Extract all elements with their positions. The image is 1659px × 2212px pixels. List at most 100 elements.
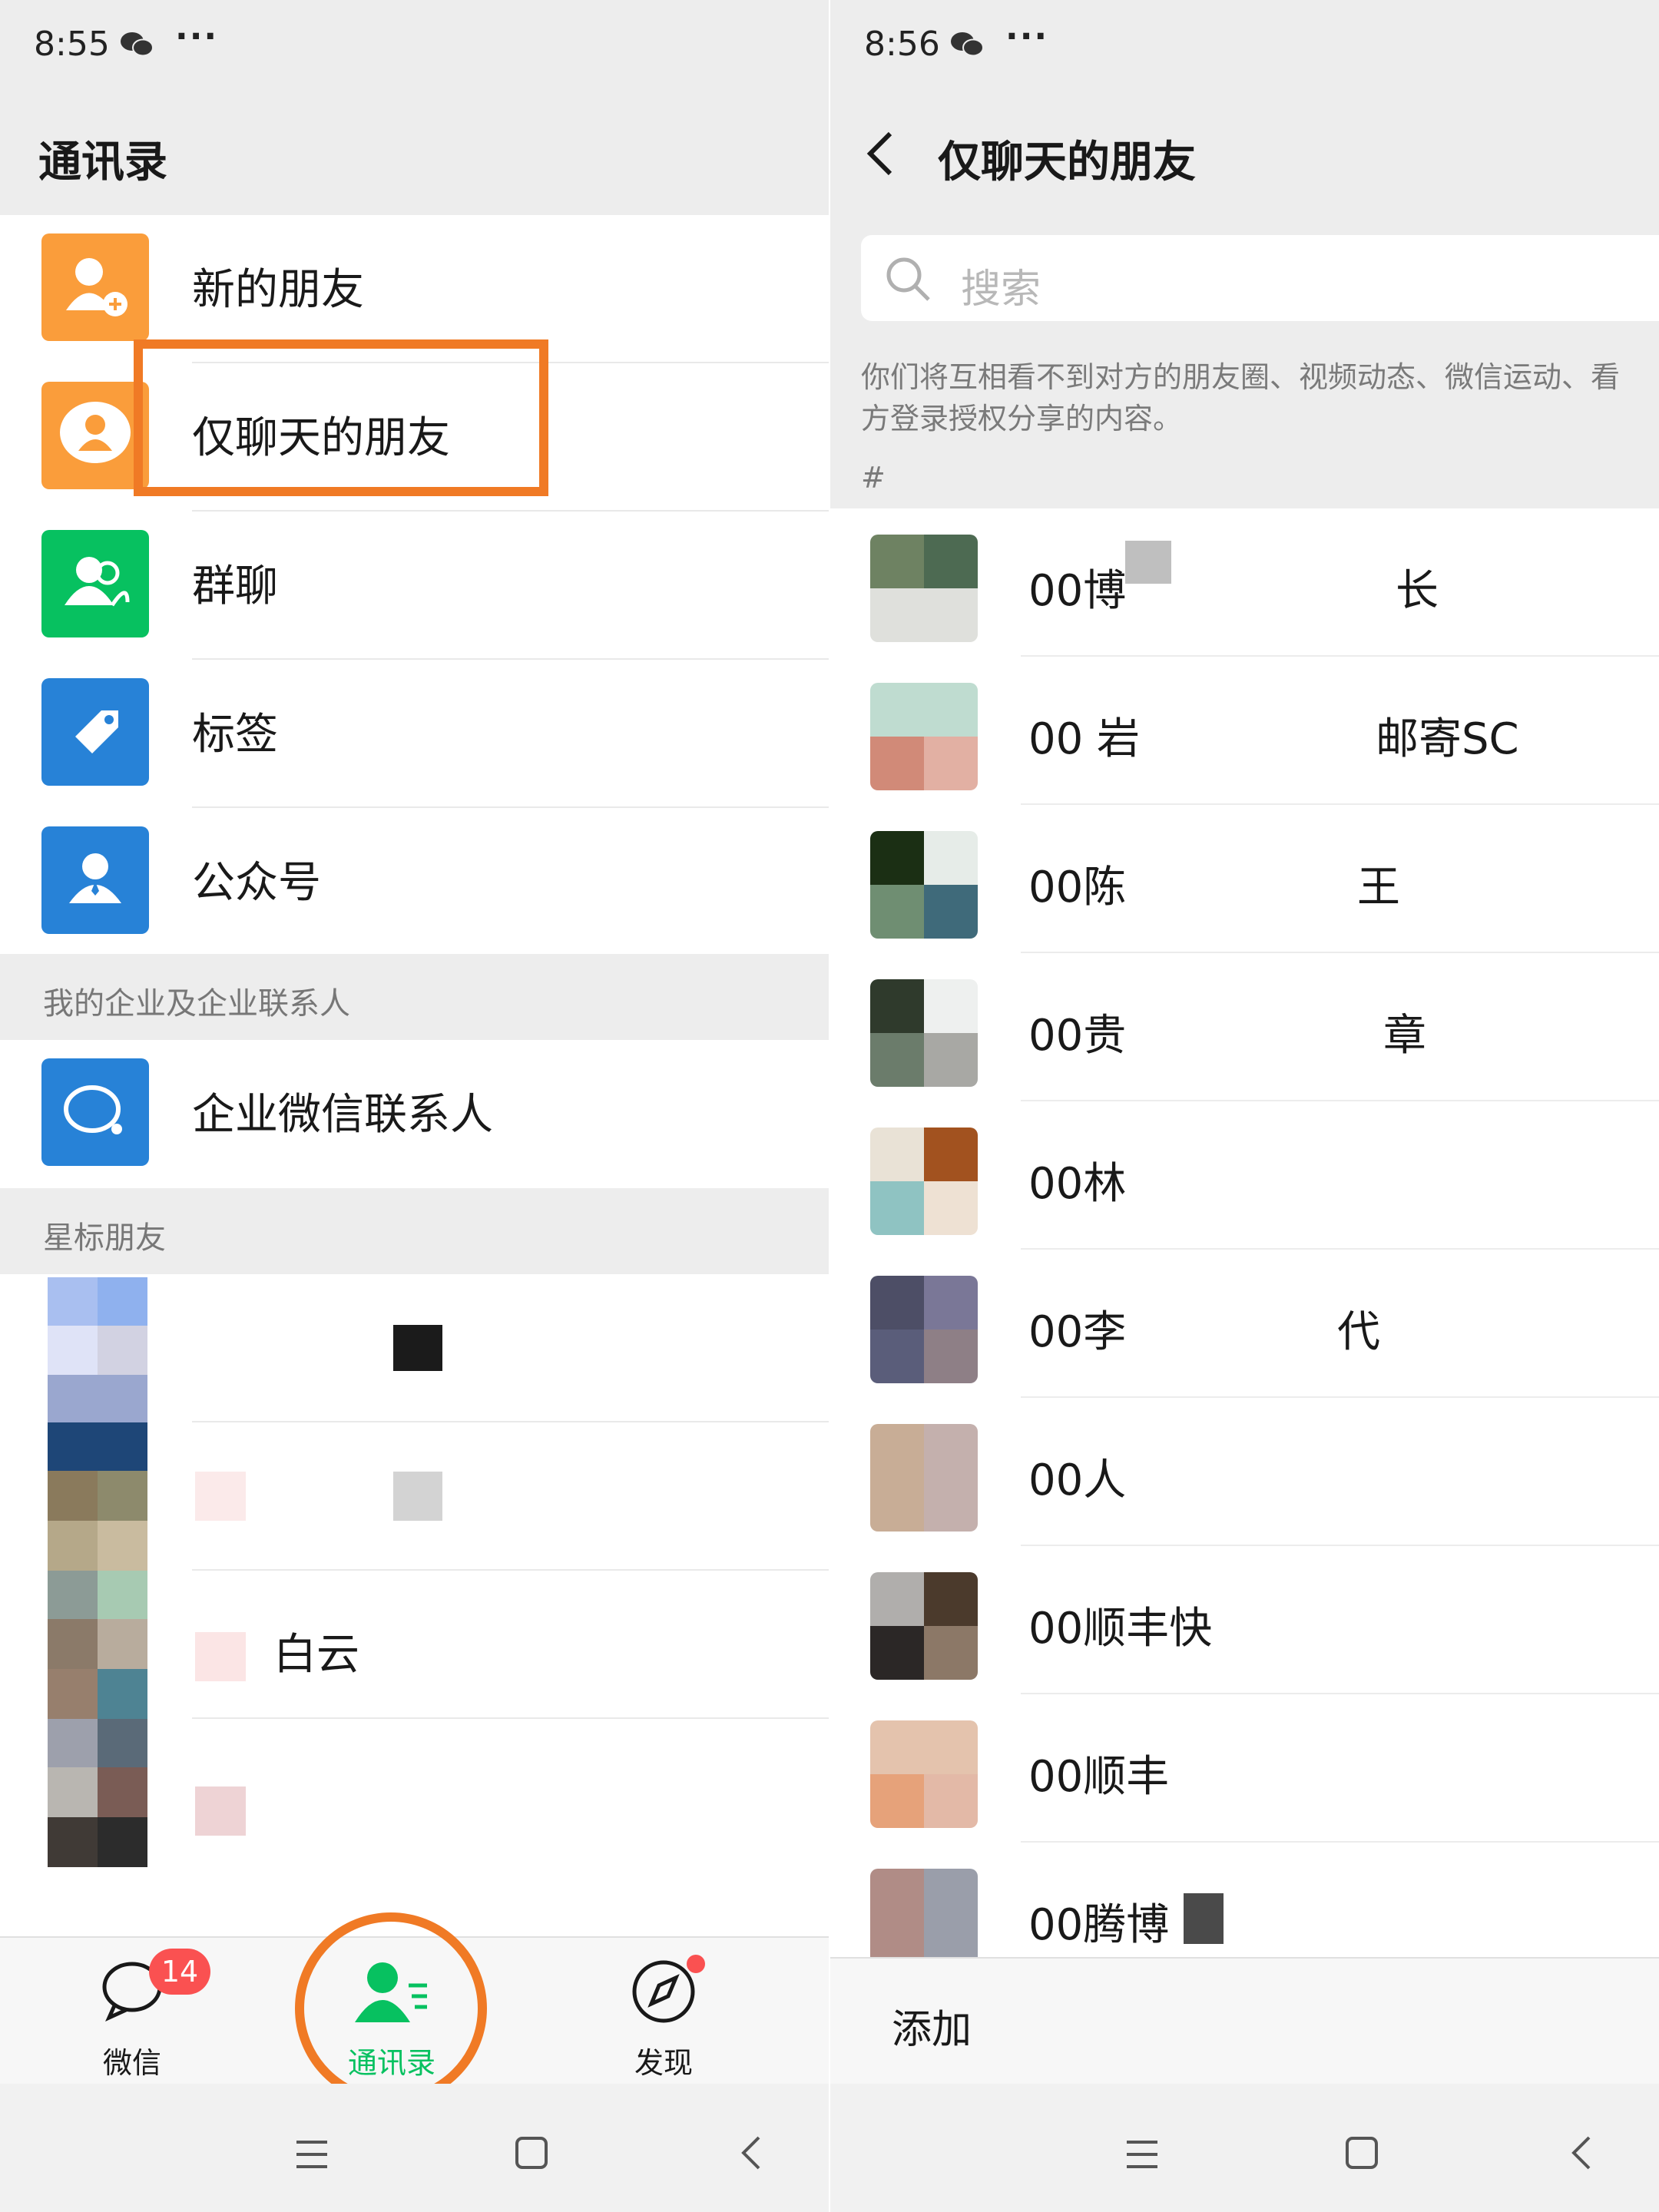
contact-row[interactable]: 00陈 王 [830,805,1659,953]
compass-icon [632,1955,705,2023]
status-time: 8:56 [864,25,940,64]
contact-row[interactable]: 00博 长 [830,508,1659,657]
system-nav-bar [830,2084,1659,2212]
privacy-notice: 你们将互相看不到对方的朋友圈、视频动态、微信运动、看 方登录授权分享的内容。 [861,360,1621,435]
contact-list: 00博 长 00 岩 邮寄SC 00陈 王 00贵 章 00林 00李 代 00… [830,508,1659,1957]
menu-nav-icon[interactable] [295,2139,329,2170]
home-nav-icon[interactable] [515,2136,548,2170]
menu-label: 新的朋友 [192,265,364,315]
contact-name-tail: 邮寄SC [1376,714,1519,764]
back-arrow-icon[interactable] [864,129,895,178]
menu-group-chats[interactable]: 群聊 [0,512,829,660]
menu-label: 企业微信联系人 [192,1090,493,1140]
avatar [870,1128,978,1235]
contact-row[interactable]: 00林 [830,1101,1659,1250]
header: 仅聊天的朋友 [830,115,1659,195]
add-button[interactable]: 添加 [830,1957,1659,2085]
avatar [48,1571,147,1719]
status-bar: 8:56 ··· [830,0,1659,92]
contact-name-tail: 王 [1357,863,1400,912]
search-placeholder: 搜索 [961,267,1041,313]
index-header: # [861,461,886,495]
contact-name-tail: 长 [1396,566,1439,616]
page-title: 通讯录 [38,137,167,187]
menu-wecom-contacts[interactable]: 企业微信联系人 [0,1040,829,1188]
avatar [870,535,978,642]
section-header-enterprise: 我的企业及企业联系人 [0,954,829,1040]
function-list: 新的朋友 仅聊天的朋友 群聊 标签 公众号 [0,215,829,954]
starred-friend-row[interactable] [0,1274,829,1423]
contact-name: 00人 [1028,1455,1127,1505]
avatar [870,1572,978,1680]
contact-name: 00腾博 [1028,1900,1170,1950]
contacts-screen: 8:55 ··· 通讯录 新的朋友 仅聊天的朋友 群聊 标签 公众号 我的企业及… [0,0,829,2212]
system-nav-bar [0,2084,829,2212]
contact-row[interactable]: 00贵 章 [830,953,1659,1101]
starred-friend-row[interactable]: 白云 [0,1571,829,1719]
starred-friend-row[interactable] [0,1719,829,1867]
avatar [48,1422,147,1571]
highlight-circle [295,1912,487,2104]
contact-row[interactable]: 00 岩 邮寄SC [830,657,1659,805]
contact-name-tail: 代 [1337,1307,1380,1357]
contact-name: 00李 [1028,1307,1127,1357]
avatar [870,1424,978,1532]
official-account-icon [41,826,149,934]
contact-name: 00顺丰快 [1028,1604,1213,1654]
wechat-icon [951,32,984,57]
avatar [48,1277,147,1423]
contact-row[interactable]: 00李 代 [830,1250,1659,1398]
contact-row[interactable]: 00顺丰快 [830,1546,1659,1694]
avatar [870,1869,978,1957]
avatar [870,831,978,939]
contact-name: 00贵 [1028,1011,1127,1061]
status-bar: 8:55 ··· [0,0,829,92]
menu-label: 群聊 [192,561,278,611]
avatar [870,1276,978,1383]
contact-row[interactable]: 00人 [830,1398,1659,1546]
group-chat-icon [41,530,149,637]
chat-only-friends-screen: 8:56 ··· 仅聊天的朋友 搜索 你们将互相看不到对方的朋友圈、视频动态、微… [830,0,1659,2212]
avatar [870,979,978,1087]
more-indicator: ··· [175,17,219,56]
chat-only-friend-icon [41,382,149,489]
header: 通讯录 [0,115,829,195]
avatar [48,1719,147,1867]
contact-row[interactable]: 00腾博 [830,1843,1659,1957]
starred-friend-row[interactable] [0,1422,829,1571]
wecom-contacts-icon [41,1058,149,1166]
menu-nav-icon[interactable] [1125,2139,1159,2170]
tag-icon [41,678,149,786]
contact-row[interactable]: 00顺丰 [830,1694,1659,1843]
tab-label: 发现 [634,2046,693,2080]
starred-friend-name: 白云 [273,1630,359,1680]
home-nav-icon[interactable] [1345,2136,1379,2170]
menu-tags[interactable]: 标签 [0,660,829,808]
menu-official-accounts[interactable]: 公众号 [0,808,829,956]
contact-name: 00顺丰 [1028,1752,1170,1802]
status-time: 8:55 [34,25,110,64]
avatar [870,1720,978,1828]
tab-label: 微信 [102,2046,161,2080]
more-indicator: ··· [1005,17,1049,56]
unread-badge: 14 [149,1949,210,1995]
contact-name: 00博 [1028,566,1127,616]
enterprise-list: 企业微信联系人 [0,1040,829,1188]
tab-discover[interactable]: 发现 [587,1953,740,2080]
starred-friends-list: 白云 [0,1274,829,1936]
search-box[interactable]: 搜索 [861,235,1659,321]
contact-name: 00陈 [1028,863,1127,912]
wechat-icon [121,32,154,57]
back-nav-icon[interactable] [1569,2134,1592,2171]
search-icon [886,257,930,301]
tab-chats[interactable]: 14 微信 [55,1949,210,2080]
add-label: 添加 [892,2007,972,2053]
contact-name: 00 岩 [1028,714,1141,764]
section-header-starred: 星标朋友 [0,1188,829,1274]
contact-name: 00林 [1028,1159,1127,1209]
add-friend-icon [41,233,149,341]
highlight-box [134,339,548,496]
avatar [870,683,978,790]
back-nav-icon[interactable] [739,2134,762,2171]
page-title: 仅聊天的朋友 [938,137,1196,187]
